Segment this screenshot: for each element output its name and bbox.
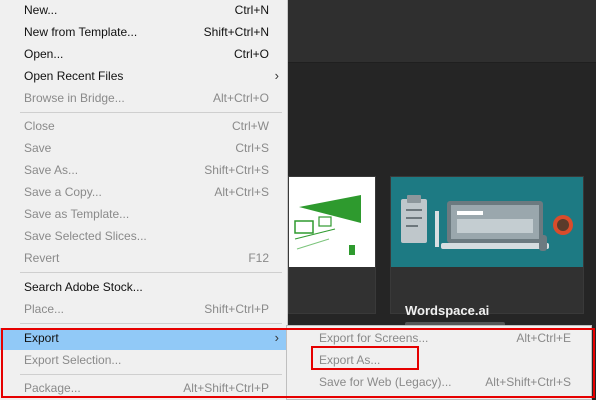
menu-item-label: Place... [24, 302, 65, 316]
menu-item-open-recent-files[interactable]: Open Recent Files › [0, 66, 288, 88]
menu-item-shortcut: F12 [248, 251, 269, 265]
menu-item-close[interactable]: Close Ctrl+W [0, 116, 288, 138]
submenu-item-export-as[interactable]: Export As... [287, 350, 591, 372]
menu-item-shortcut: Alt+Shift+Ctrl+S [485, 375, 571, 389]
menu-item-label: Save [24, 141, 52, 155]
menu-item-save[interactable]: Save Ctrl+S [0, 138, 288, 160]
file-name: Wordspace.ai [405, 303, 490, 318]
menu-item-package[interactable]: Package... Alt+Shift+Ctrl+P [0, 378, 288, 400]
menu-item-label: Save for Web (Legacy)... [319, 375, 452, 389]
file-thumbnail [289, 177, 375, 267]
menu-item-shortcut: Alt+Ctrl+E [516, 331, 571, 345]
menu-item-place[interactable]: Place... Shift+Ctrl+P [0, 299, 288, 321]
workspace-illustration [401, 195, 573, 251]
menu-item-label: New from Template... [24, 25, 138, 39]
menu-item-save-selected-slices[interactable]: Save Selected Slices... [0, 226, 288, 248]
menu-item-shortcut: Ctrl+N [234, 3, 269, 17]
menu-item-label: Export Selection... [24, 353, 122, 367]
menu-item-export-selection[interactable]: Export Selection... [0, 350, 288, 372]
menu-separator [20, 112, 282, 113]
menu-separator [20, 374, 282, 375]
submenu-item-save-for-web[interactable]: Save for Web (Legacy)... Alt+Shift+Ctrl+… [287, 372, 591, 394]
submenu-item-export-for-screens[interactable]: Export for Screens... Alt+Ctrl+E [287, 328, 591, 350]
menu-item-export[interactable]: Export › [0, 328, 288, 350]
menu-item-save-as-template[interactable]: Save as Template... [0, 204, 288, 226]
menu-item-label: Save a Copy... [24, 185, 102, 199]
menu-item-revert[interactable]: Revert F12 [0, 248, 288, 270]
menu-item-shortcut: Ctrl+O [233, 47, 269, 61]
menu-item-shortcut: Shift+Ctrl+P [204, 302, 269, 316]
menu-item-label: Search Adobe Stock... [24, 280, 143, 294]
menu-item-label: Export [24, 331, 59, 345]
file-thumbnail [391, 177, 583, 267]
menu-item-shortcut: Alt+Shift+Ctrl+P [183, 381, 269, 395]
menu-item-save-as[interactable]: Save As... Shift+Ctrl+S [0, 160, 288, 182]
export-submenu: Export for Screens... Alt+Ctrl+E Export … [286, 325, 592, 400]
menu-item-label: Package... [24, 381, 81, 395]
menu-item-label: Save As... [24, 163, 79, 177]
menu-item-browse-in-bridge[interactable]: Browse in Bridge... Alt+Ctrl+O [0, 88, 288, 110]
file-menu: New... Ctrl+N New from Template... Shift… [0, 0, 288, 400]
diagram-thumbnail-image [294, 195, 361, 255]
submenu-arrow-icon: › [274, 330, 279, 345]
recent-file-card[interactable]: Wordspace.ai [390, 176, 584, 327]
menu-item-label: Browse in Bridge... [24, 91, 125, 105]
menu-item-label: Save Selected Slices... [24, 229, 147, 243]
submenu-arrow-icon: › [274, 68, 279, 83]
menu-separator [20, 272, 282, 273]
recent-file-card[interactable] [288, 176, 376, 314]
menu-item-open[interactable]: Open... Ctrl+O [0, 44, 288, 66]
menu-separator [20, 323, 282, 324]
menu-item-label: Close [24, 119, 55, 133]
menu-item-shortcut: Ctrl+W [232, 119, 269, 133]
menu-item-label: Export for Screens... [319, 331, 429, 345]
menu-item-shortcut: Alt+Ctrl+S [214, 185, 269, 199]
menu-item-label: Open Recent Files [24, 69, 124, 83]
menu-item-label: Open... [24, 47, 64, 61]
menu-item-new-from-template[interactable]: New from Template... Shift+Ctrl+N [0, 22, 288, 44]
app-top-bar [288, 0, 596, 63]
menu-item-label: New... [24, 3, 58, 17]
menu-item-save-a-copy[interactable]: Save a Copy... Alt+Ctrl+S [0, 182, 288, 204]
menu-item-search-adobe-stock[interactable]: Search Adobe Stock... [0, 277, 288, 299]
menu-item-shortcut: Shift+Ctrl+N [203, 25, 269, 39]
menu-item-label: Save as Template... [24, 207, 130, 221]
menu-item-shortcut: Shift+Ctrl+S [204, 163, 269, 177]
menu-item-shortcut: Alt+Ctrl+O [212, 91, 269, 105]
menu-item-label: Export As... [319, 353, 381, 367]
menu-item-shortcut: Ctrl+S [235, 141, 269, 155]
menu-item-label: Revert [24, 251, 60, 265]
menu-item-new[interactable]: New... Ctrl+N [0, 0, 288, 22]
